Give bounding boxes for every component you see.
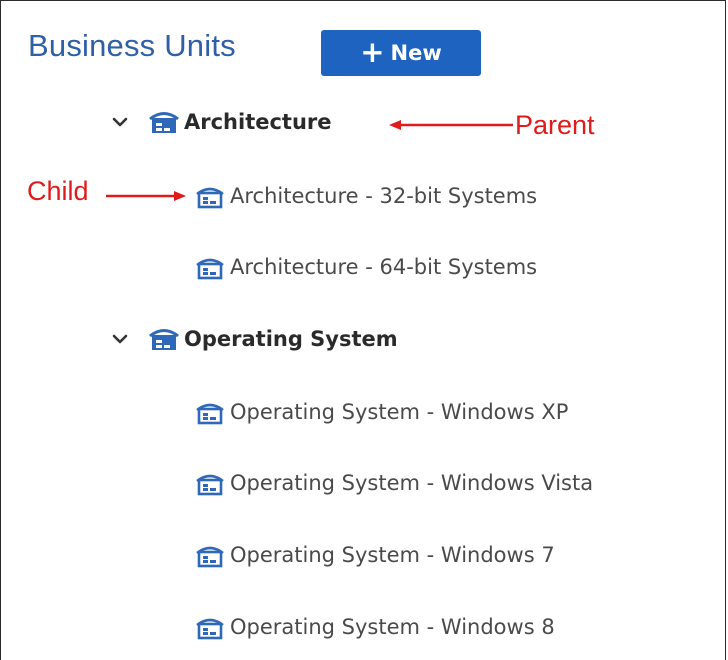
business-unit-child-icon: [196, 474, 224, 496]
tree-node-label: Operating System - Windows 8: [230, 615, 555, 639]
tree-node-operating-system[interactable]: Operating System: [111, 321, 398, 357]
tree-node-os-windows-7[interactable]: Operating System - Windows 7: [193, 537, 555, 573]
business-units-panel: Business Units + New Architecture Archit…: [0, 0, 726, 660]
tree-node-label: Operating System - Windows Vista: [230, 471, 594, 495]
parent-annotation-label: Parent: [515, 110, 595, 140]
tree-node-label: Architecture - 32-bit Systems: [230, 184, 538, 208]
tree-node-label: Architecture - 64-bit Systems: [230, 255, 538, 279]
business-unit-child-icon: [196, 258, 224, 280]
business-unit-child-icon: [196, 618, 224, 640]
tree-node-architecture-64bit[interactable]: Architecture - 64-bit Systems: [193, 249, 537, 285]
business-unit-child-icon: [196, 187, 224, 209]
tree-node-architecture[interactable]: Architecture: [111, 104, 332, 140]
tree-node-label: Operating System - Windows 7: [230, 543, 555, 567]
business-unit-icon: [149, 329, 179, 350]
child-annotation-arrow: [106, 191, 186, 201]
tree-node-architecture-32bit[interactable]: Architecture - 32-bit Systems: [193, 178, 537, 214]
chevron-down-icon[interactable]: [111, 330, 129, 348]
chevron-down-icon[interactable]: [111, 113, 129, 131]
tree-node-label: Operating System: [184, 327, 398, 351]
tree-node-os-windows-8[interactable]: Operating System - Windows 8: [193, 609, 555, 645]
business-unit-child-icon: [196, 546, 224, 568]
child-annotation-label: Child: [27, 176, 89, 206]
tree-node-label: Operating System - Windows XP: [230, 400, 569, 424]
business-unit-child-icon: [196, 403, 224, 425]
page-title: Business Units: [28, 28, 236, 63]
parent-annotation-arrow: [389, 120, 513, 130]
new-button-label: New: [390, 41, 442, 65]
tree-node-os-windows-xp[interactable]: Operating System - Windows XP: [193, 394, 568, 430]
tree-node-os-windows-vista[interactable]: Operating System - Windows Vista: [193, 465, 593, 501]
tree-node-label: Architecture: [184, 110, 332, 134]
plus-icon: +: [360, 34, 385, 69]
business-unit-icon: [149, 112, 179, 133]
new-button[interactable]: + New: [321, 30, 481, 76]
